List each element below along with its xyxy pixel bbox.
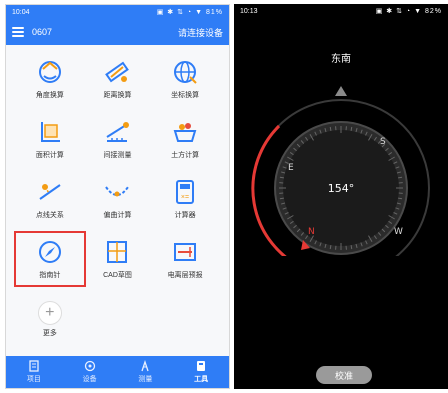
nav-label: 工具 <box>194 376 209 383</box>
svg-text:×=: ×= <box>181 194 189 201</box>
device-icon <box>84 360 95 372</box>
point-line-icon <box>39 184 61 200</box>
tool-more[interactable]: + 更多 <box>16 293 84 345</box>
dial-tick <box>279 176 284 179</box>
cardinal-s: S <box>380 137 386 147</box>
tool-distance-convert[interactable]: 距离换算 <box>84 53 152 105</box>
left-phone-screen: 10:04 ▣ ✱ ⇅ ◔ ▼ 81% 0607 请连接设备 角度换算 距离换算 <box>5 4 230 389</box>
tool-angle-convert[interactable]: 角度换算 <box>16 53 84 105</box>
tool-point-line[interactable]: 点线关系 <box>16 173 84 225</box>
calculator-icon: ×= <box>176 180 195 204</box>
project-icon <box>29 360 39 372</box>
tool-label: CAD草图 <box>103 272 132 279</box>
nav-project[interactable]: 项目 <box>6 356 62 388</box>
tool-label: 计算器 <box>174 212 196 219</box>
tool-area-calc[interactable]: 面积计算 <box>16 113 84 165</box>
area-calc-icon <box>40 122 60 142</box>
nav-label: 测量 <box>138 376 153 383</box>
tool-cad-sketch[interactable]: CAD草图 <box>84 233 152 285</box>
nav-survey[interactable]: 测量 <box>118 356 174 388</box>
tool-indirect-measure[interactable]: 间接测量 <box>84 113 152 165</box>
angle-convert-icon <box>38 61 61 83</box>
tools-grid: 角度换算 距离换算 坐标换算 面积计算 间接测量 土方计算 点线关系 偏曲计算 … <box>6 45 229 345</box>
dial-tick <box>398 176 403 179</box>
dial-tick <box>329 126 332 131</box>
calibrate-button[interactable]: 校准 <box>316 366 372 384</box>
nav-tools[interactable]: 工具 <box>173 356 229 388</box>
tool-curve-calc[interactable]: 偏曲计算 <box>84 173 152 225</box>
indirect-measure-icon <box>106 122 130 142</box>
heading-pointer-icon <box>335 86 347 96</box>
dial-tick <box>329 245 332 250</box>
tools-icon <box>197 361 206 371</box>
status-indicators: ▣ ✱ ⇅ ◔ ▼ 81% <box>156 9 223 16</box>
tool-earthwork-calc[interactable]: 土方计算 <box>151 113 219 165</box>
status-time: 10:13 <box>240 7 258 15</box>
tool-label: 更多 <box>42 330 57 337</box>
compass-icon <box>38 241 61 263</box>
dial-tick <box>350 245 353 250</box>
menu-icon[interactable] <box>12 27 24 37</box>
survey-icon <box>141 360 149 372</box>
project-title: 0607 <box>32 27 53 37</box>
dial-tick <box>398 197 403 200</box>
status-bar: 10:04 ▣ ✱ ⇅ ◔ ▼ 81% <box>6 5 229 19</box>
tool-label: 间接测量 <box>103 152 132 159</box>
tool-label: 坐标换算 <box>171 92 200 99</box>
dial-tick <box>350 126 353 131</box>
app-bar: 0607 请连接设备 <box>6 19 229 45</box>
status-time: 10:04 <box>12 8 30 16</box>
dial-tick <box>279 197 284 200</box>
cardinal-n: N <box>308 227 315 237</box>
tool-label: 土方计算 <box>171 152 200 159</box>
tool-ionosphere[interactable]: 电离层预报 <box>151 233 219 285</box>
tool-compass[interactable]: 指南针 <box>14 231 86 287</box>
cad-sketch-icon <box>107 241 128 263</box>
nav-label: 项目 <box>26 376 41 383</box>
tool-label: 角度换算 <box>35 92 64 99</box>
ionosphere-icon <box>174 243 197 261</box>
distance-convert-icon <box>105 61 130 83</box>
direction-label: 东南 <box>331 54 351 65</box>
tool-coordinate-convert[interactable]: 坐标换算 <box>151 53 219 105</box>
tool-label: 面积计算 <box>35 152 64 159</box>
tool-label: 偏曲计算 <box>103 212 132 219</box>
nav-device[interactable]: 设备 <box>62 356 118 388</box>
plus-icon: + <box>37 301 62 325</box>
curve-calc-icon <box>105 186 130 197</box>
tool-label: 点线关系 <box>35 212 64 219</box>
heading-value: 154° <box>328 182 355 195</box>
status-bar: 10:13 ▣ ✱ ⇅ ◔ ▼ 82% <box>234 4 448 18</box>
bottom-nav: 项目 设备 测量 工具 <box>6 356 229 388</box>
cardinal-e: E <box>288 163 294 173</box>
compass-dial: S E W N 154° <box>251 86 430 256</box>
tool-label: 指南针 <box>39 272 61 279</box>
coordinate-convert-icon <box>174 61 197 84</box>
status-indicators: ▣ ✱ ⇅ ◔ ▼ 82% <box>375 8 442 15</box>
tool-label: 距离换算 <box>103 92 132 99</box>
nav-label: 设备 <box>82 376 97 383</box>
tool-label: 电离层预报 <box>167 272 203 279</box>
right-phone-screen: 10:13 ▣ ✱ ⇅ ◔ ▼ 82% 东南 S E W N 154° 校准 <box>234 4 448 389</box>
cardinal-w: W <box>394 227 403 237</box>
tool-calculator[interactable]: ×= 计算器 <box>151 173 219 225</box>
earthwork-calc-icon <box>173 123 197 142</box>
connect-device-button[interactable]: 请连接设备 <box>178 26 223 39</box>
